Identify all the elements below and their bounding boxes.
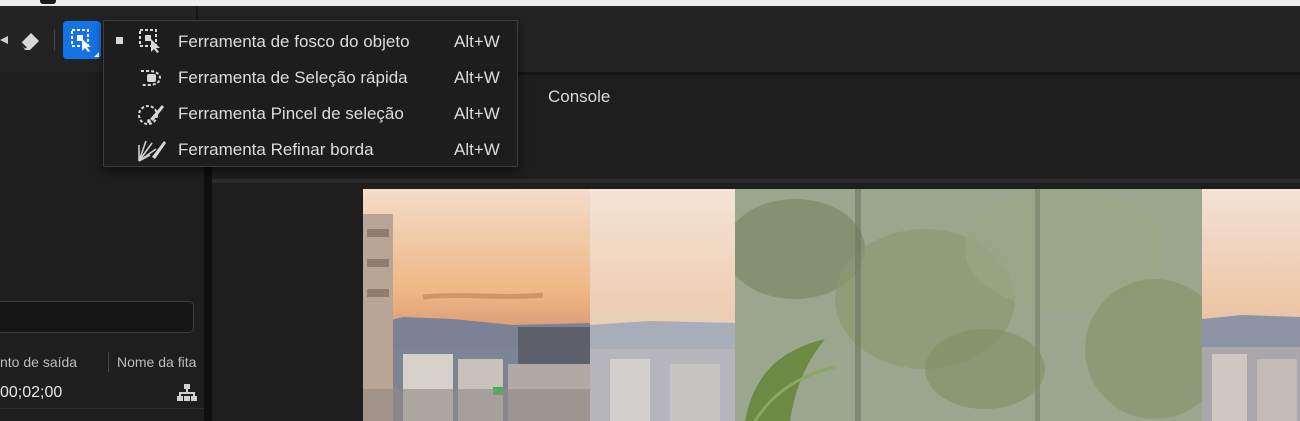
- menu-item-label: Ferramenta de fosco do objeto: [178, 32, 410, 51]
- clip-city-sunset-1: [363, 189, 590, 421]
- refine-edge-icon: [138, 140, 166, 162]
- top-strip-notch: [40, 0, 56, 4]
- menu-item-selection-brush[interactable]: Ferramenta Pincel de seleção Alt+W: [104, 95, 517, 131]
- menu-item-label: Ferramenta de Seleção rápida: [178, 68, 408, 87]
- object-matte-tool-button[interactable]: [63, 21, 101, 59]
- menu-item-shortcut: Alt+W: [454, 32, 500, 51]
- quick-selection-icon: [141, 70, 162, 86]
- eraser-tool-icon[interactable]: [12, 22, 48, 58]
- column-header-tape-name[interactable]: Nome da fita: [117, 354, 196, 370]
- row-divider: [0, 408, 204, 409]
- clip-city-sunset-faded: [590, 189, 735, 421]
- menu-item-label: Ferramenta Refinar borda: [178, 140, 374, 159]
- menu-item-refine-edge[interactable]: Ferramenta Refinar borda Alt+W: [104, 131, 517, 167]
- clip-city-sunset-2: [1202, 189, 1300, 421]
- hierarchy-icon[interactable]: [176, 382, 198, 404]
- object-matte-icon: [71, 29, 91, 52]
- clip-jungle: [735, 189, 1202, 421]
- search-field[interactable]: [0, 301, 194, 333]
- menu-item-object-matte[interactable]: Ferramenta de fosco do objeto Alt+W: [104, 23, 517, 59]
- toolbar-separator: [54, 30, 55, 50]
- menu-item-quick-selection[interactable]: Ferramenta de Seleção rápida Alt+W: [104, 59, 517, 95]
- object-matte-icon: [139, 29, 160, 53]
- panel-divider-line: [212, 179, 1300, 183]
- menu-item-shortcut: Alt+W: [454, 140, 500, 159]
- menu-item-label: Ferramenta Pincel de seleção: [178, 104, 404, 123]
- out-point-value: 00;02;00: [0, 384, 63, 401]
- tab-console[interactable]: Console: [548, 87, 610, 107]
- selected-bullet: [116, 37, 123, 44]
- column-header-out-point[interactable]: nto de saída: [0, 354, 77, 370]
- tool-flyout-menu: Ferramenta de fosco do objeto Alt+W Ferr…: [103, 20, 518, 167]
- column-separator: [108, 352, 109, 372]
- menu-item-shortcut: Alt+W: [454, 104, 500, 123]
- menu-item-shortcut: Alt+W: [454, 68, 500, 87]
- video-preview[interactable]: [363, 189, 1300, 421]
- submenu-indicator: [94, 52, 99, 57]
- selection-brush-icon: [138, 105, 164, 125]
